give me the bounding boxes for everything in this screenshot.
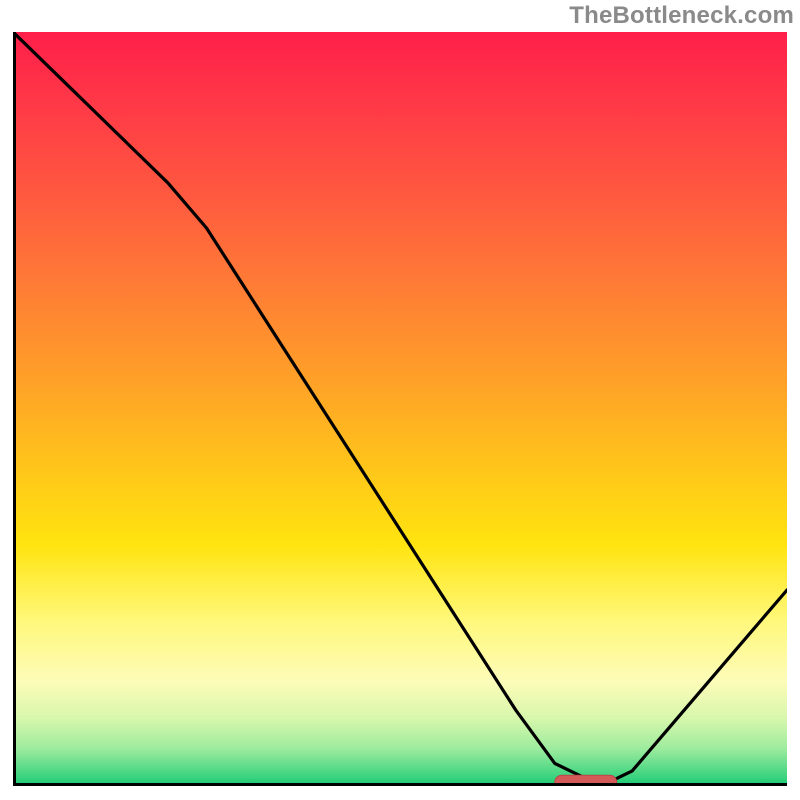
x-axis (13, 783, 787, 786)
watermark-text: TheBottleneck.com (569, 2, 794, 30)
chart-svg (13, 32, 787, 786)
plot-area (13, 32, 787, 786)
y-axis (13, 32, 16, 786)
bottleneck-chart: TheBottleneck.com (0, 0, 800, 800)
bottleneck-curve (13, 32, 787, 782)
